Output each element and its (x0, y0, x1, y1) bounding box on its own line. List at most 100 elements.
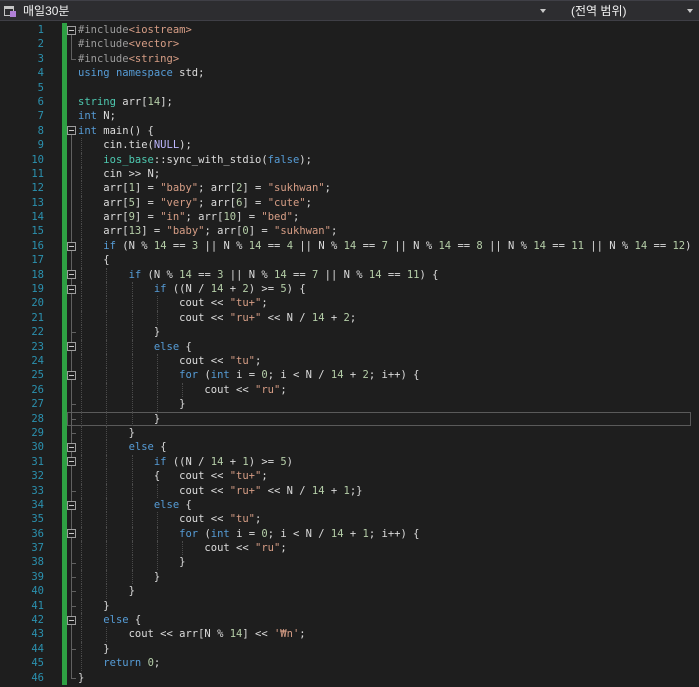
code-tokens: cout << arr[N % 14] << '₩n'; (78, 628, 306, 640)
code-line[interactable]: 7 int N; (0, 109, 699, 124)
code-line[interactable]: 43 cout << arr[N % 14] << '₩n'; (0, 627, 699, 642)
code-line[interactable]: 35 cout << "tu"; (0, 512, 699, 527)
token: if (153, 283, 167, 296)
code-line[interactable]: 41 } (0, 598, 699, 614)
token: ] = (134, 196, 161, 209)
code-line[interactable]: 21 cout << "ru+" << N / 14 + 2; (0, 310, 699, 326)
line-number: 2 (37, 38, 44, 51)
code-line[interactable]: 27 } (0, 397, 699, 412)
collapse-toggle[interactable] (67, 500, 76, 510)
token: 14 (343, 239, 357, 252)
outlining-margin (67, 440, 78, 455)
code-tokens: } (78, 413, 160, 425)
code-line[interactable]: 2 #include<vector> (0, 37, 699, 52)
token: if (128, 268, 142, 281)
project-dropdown[interactable]: 매일30분 (20, 1, 553, 20)
line-main: int N; (67, 109, 691, 123)
code-line[interactable]: 45 return 0; (0, 656, 699, 671)
code-line[interactable]: 31 if ((N / 14 + 1) >= 5) (0, 454, 699, 470)
code-line[interactable]: 28 } (0, 411, 699, 426)
collapse-toggle[interactable] (67, 284, 76, 294)
code-line[interactable]: 8 int main() { (0, 123, 699, 139)
code-line[interactable]: 34 else { (0, 497, 699, 513)
line-main: return 0; (67, 656, 691, 671)
code-line[interactable]: 6 string arr[14]; (0, 94, 699, 110)
token: + (324, 484, 344, 497)
line-number: 32 (31, 470, 44, 483)
code-line[interactable]: 32 { cout << "tu+"; (0, 469, 699, 484)
outline-line (71, 138, 72, 153)
code-line[interactable]: 46} (0, 670, 699, 685)
code-line[interactable]: 38 } (0, 555, 699, 570)
code-line[interactable]: 9 cin.tie(NULL); (0, 138, 699, 153)
collapse-toggle[interactable] (67, 371, 76, 381)
code-line[interactable]: 22 } (0, 325, 699, 340)
code-line[interactable]: 24 cout << "tu"; (0, 353, 699, 369)
token: ; arr[ (204, 225, 243, 238)
collapse-toggle[interactable] (67, 270, 76, 280)
token: == (647, 239, 673, 252)
code-line[interactable]: 39 } (0, 569, 699, 585)
gutter-gap (44, 66, 62, 80)
code-line[interactable]: 18 if (N % 14 == 3 || N % 14 == 7 || N %… (0, 267, 699, 283)
collapse-toggle[interactable] (67, 457, 76, 467)
token: string (78, 95, 116, 108)
code-editor[interactable]: 1 #include<iostream> 2 #include<vector> 3 #in… (0, 21, 699, 685)
token: << N / (261, 311, 312, 324)
outline-line (71, 656, 72, 671)
code-line[interactable]: 19 if ((N / 14 + 2) >= 5) { (0, 282, 699, 297)
code-line[interactable]: 37 cout << "ru"; (0, 541, 699, 556)
collapse-toggle[interactable] (67, 342, 76, 352)
code-line[interactable]: 15 arr[13] = "baby"; arr[0] = "sukhwan"; (0, 224, 699, 239)
code-tokens: arr[1] = "baby"; arr[2] = "sukhwan"; (78, 182, 331, 194)
code-line[interactable]: 10 ios_base::sync_with_stdio(false); (0, 152, 699, 167)
code-line[interactable]: 5 (0, 80, 699, 95)
collapse-toggle[interactable] (67, 25, 76, 35)
code-line[interactable]: 36 for (int i = 0; i < N / 14 + 1; i++) … (0, 526, 699, 542)
code-line[interactable]: 42 else { (0, 613, 699, 628)
line-main: arr[13] = "baby"; arr[0] = "sukhwan"; (67, 224, 691, 239)
code-line[interactable]: 29 } (0, 425, 699, 441)
line-number: 23 (31, 340, 44, 353)
code-text: } (78, 584, 691, 599)
code-tokens: string arr[14]; (78, 96, 173, 108)
token: cout << (78, 484, 230, 497)
token: ((N / (166, 283, 211, 296)
outlining-margin (67, 66, 78, 80)
line-main: } (67, 555, 691, 570)
code-tokens: if ((N / 14 + 1) >= 5) (78, 456, 293, 468)
code-line[interactable]: 20 cout << "tu+"; (0, 296, 699, 311)
code-text: } (78, 555, 691, 570)
collapse-toggle[interactable] (67, 443, 76, 453)
code-line[interactable]: 17 { (0, 253, 699, 268)
code-line[interactable]: 3 #include<string> (0, 51, 699, 67)
collapse-toggle[interactable] (67, 126, 76, 136)
collapse-toggle[interactable] (67, 615, 76, 625)
scope-dropdown[interactable]: (전역 범위) (553, 1, 699, 20)
code-line[interactable]: 30 else { (0, 440, 699, 455)
line-main: { (67, 253, 691, 268)
code-line[interactable]: 16 if (N % 14 == 3 || N % 14 == 4 || N %… (0, 238, 699, 254)
code-line[interactable]: 1 #include<iostream> (0, 23, 699, 38)
code-line[interactable]: 40 } (0, 584, 699, 599)
token: (N % (141, 268, 180, 281)
code-line[interactable]: 14 arr[9] = "in"; arr[10] = "bed"; (0, 210, 699, 225)
code-line[interactable]: 4 using namespace std; (0, 66, 699, 81)
code-line[interactable]: 26 cout << "ru"; (0, 382, 699, 398)
code-line[interactable]: 33 cout << "ru+" << N / 14 + 1;} (0, 483, 699, 498)
code-line[interactable]: 23 else { (0, 339, 699, 354)
code-tokens: #include<vector> (78, 38, 179, 50)
code-line[interactable]: 11 cin >> N; (0, 166, 699, 182)
collapse-toggle[interactable] (67, 241, 76, 251)
collapse-toggle[interactable] (67, 529, 76, 539)
code-line[interactable]: 44 } (0, 641, 699, 657)
code-text: arr[9] = "in"; arr[10] = "bed"; (78, 210, 691, 225)
line-main: cout << "tu"; (67, 512, 691, 527)
outline-end-tick (71, 591, 76, 593)
code-line[interactable]: 13 arr[5] = "very"; arr[6] = "cute"; (0, 195, 699, 211)
gutter-gap (44, 397, 62, 411)
code-line[interactable]: 12 arr[1] = "baby"; arr[2] = "sukhwan"; (0, 181, 699, 196)
gutter-gap (44, 570, 62, 584)
scope-dropdown-label: (전역 범위) (571, 4, 627, 18)
code-line[interactable]: 25 for (int i = 0; i < N / 14 + 2; i++) … (0, 368, 699, 383)
